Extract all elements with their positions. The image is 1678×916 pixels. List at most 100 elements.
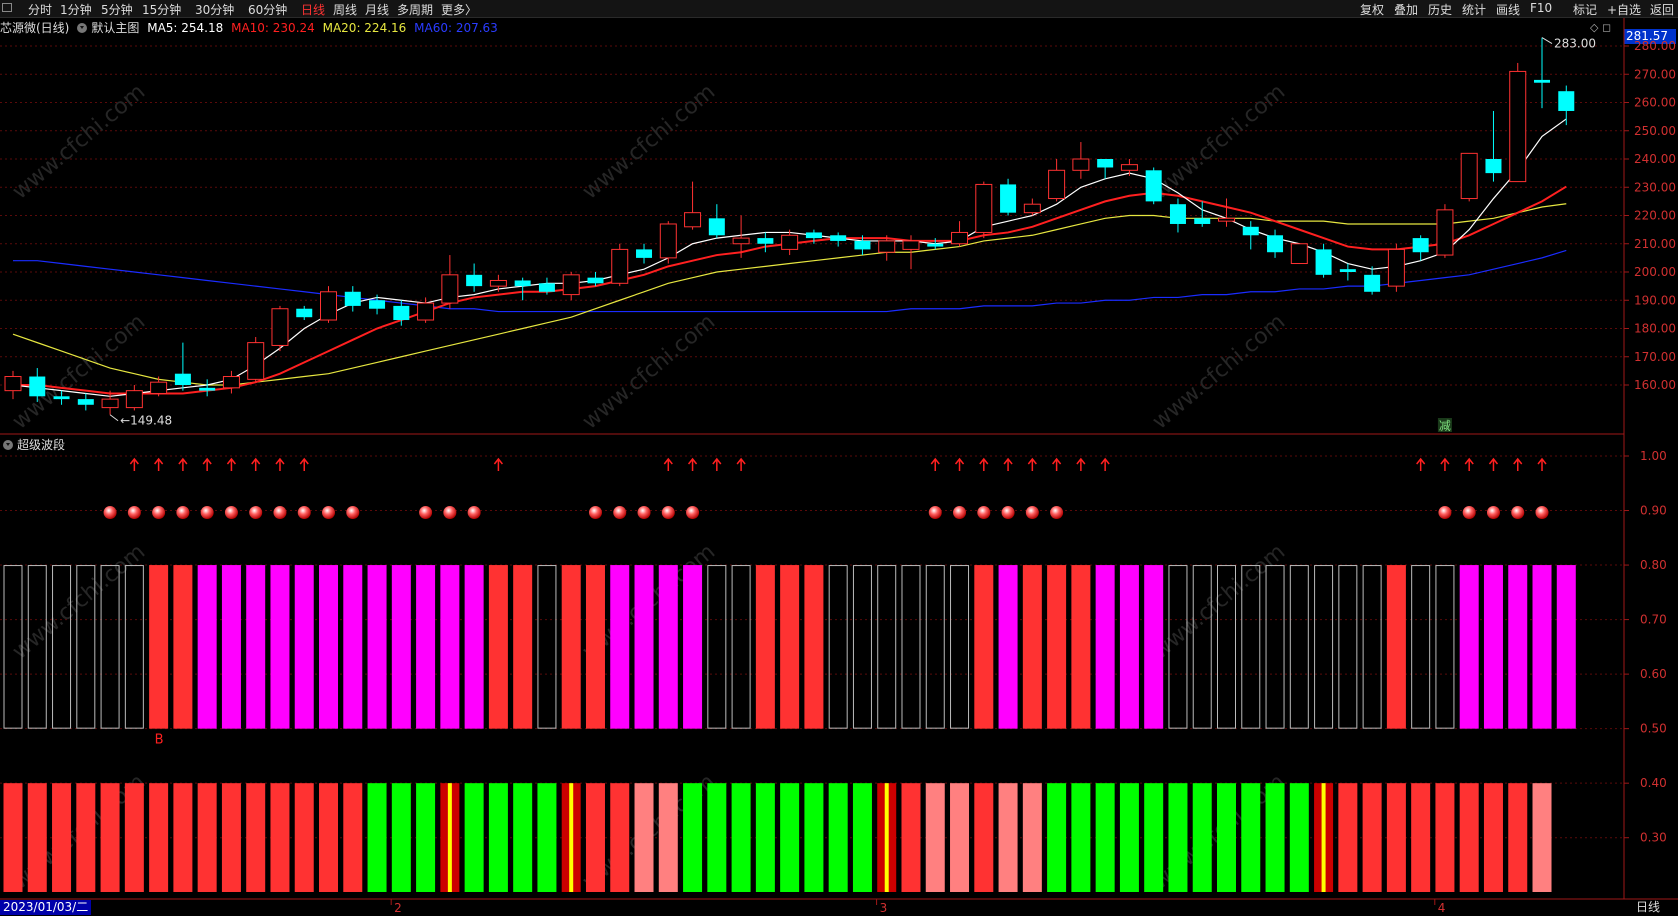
band-bar-empty <box>731 565 751 729</box>
signal-dot <box>588 506 602 520</box>
signal-dot <box>1438 506 1452 520</box>
band-bar-magenta <box>440 565 460 729</box>
up-arrow-icon <box>275 457 285 471</box>
candle-body <box>1485 159 1502 174</box>
band-bar-green <box>367 783 387 892</box>
candle-body <box>732 237 750 245</box>
candle-body <box>1218 217 1235 222</box>
candle-body <box>296 308 313 318</box>
up-arrow-icon <box>178 457 188 471</box>
candle-body <box>489 279 507 287</box>
indicator-tick-label: 0.70 <box>1640 613 1667 627</box>
candle-body <box>1000 184 1017 213</box>
signal-dot <box>103 506 117 520</box>
price-tick-label: 280.00 <box>1634 39 1676 53</box>
price-tick-label: 230.00 <box>1634 180 1676 194</box>
candle-body <box>1048 169 1066 200</box>
candle-body <box>101 398 119 409</box>
candle-body <box>878 240 896 253</box>
band-bar-pink <box>1532 783 1552 892</box>
band-bar-red <box>610 783 630 892</box>
price-tick-label: 240.00 <box>1634 152 1676 166</box>
band-bar-red <box>585 565 605 729</box>
signal-dot <box>176 506 190 520</box>
candle-body <box>1169 204 1186 224</box>
indicator-tick-label: 0.80 <box>1640 558 1667 572</box>
band-bar-empty <box>1435 565 1455 729</box>
signal-dot <box>200 506 214 520</box>
signal-dot <box>928 506 942 520</box>
band-bar-red <box>1386 783 1406 892</box>
month-label: 3 <box>880 901 888 915</box>
band-bar-cross-line <box>1321 783 1326 892</box>
band-bar-red <box>1411 783 1431 892</box>
candle-body <box>174 373 191 385</box>
up-arrow-icon <box>154 457 164 471</box>
band-bar-magenta <box>998 565 1018 729</box>
band-bar-green <box>683 783 703 892</box>
band-bar-empty <box>950 565 970 729</box>
candle-body <box>1194 218 1211 224</box>
candle-body <box>199 387 216 391</box>
signal-dot <box>322 506 336 520</box>
candle-body <box>902 240 920 250</box>
band-bar-red <box>513 565 533 729</box>
candle-body <box>1460 152 1478 200</box>
up-arrow-icon <box>1513 457 1523 471</box>
band-bar-empty <box>1338 565 1358 729</box>
up-arrow-icon <box>202 457 212 471</box>
band-bar-magenta <box>221 565 241 729</box>
band-bar-green <box>1119 783 1139 892</box>
candle-body <box>1023 203 1041 214</box>
band-bar-magenta <box>683 565 703 729</box>
band-bar-green <box>1289 783 1309 892</box>
signal-dot <box>152 506 166 520</box>
band-bar-green <box>464 783 484 892</box>
candle-body <box>587 277 604 284</box>
watermark: www.cfchi.com <box>1148 79 1290 204</box>
band-bar-empty <box>707 565 727 729</box>
candle-body <box>514 280 531 287</box>
band-bar-magenta <box>294 565 314 729</box>
candle-body <box>369 300 386 309</box>
band-bar-empty <box>52 565 72 729</box>
band-bar-green <box>537 783 557 892</box>
band-bar-pink <box>634 783 654 892</box>
up-arrow-icon <box>930 457 940 471</box>
candle-body <box>53 396 70 400</box>
signal-dot <box>443 506 457 520</box>
watermark: www.cfchi.com <box>8 539 150 664</box>
up-arrow-icon <box>712 457 722 471</box>
band-bar-magenta <box>1508 565 1528 729</box>
kline-chart[interactable]: 160.00 170.00 180.00 190.00 200.00 210.00 220.… <box>0 0 1678 916</box>
signal-dot <box>1025 506 1039 520</box>
band-bar-red <box>52 783 72 892</box>
signal-dot <box>1511 506 1525 520</box>
candle-body <box>125 390 143 409</box>
up-arrow-icon <box>1464 457 1474 471</box>
candle-body <box>1509 70 1527 183</box>
candle-body <box>708 218 725 236</box>
band-bar-magenta <box>367 565 387 729</box>
band-bar-red <box>974 783 994 892</box>
up-arrow-icon <box>299 457 309 471</box>
watermark: www.cfchi.com <box>8 79 150 204</box>
band-bar-pink <box>925 783 945 892</box>
signal-dot <box>297 506 311 520</box>
candle-body <box>1072 158 1090 171</box>
band-bar-green <box>1071 783 1091 892</box>
candle-body <box>1558 91 1575 111</box>
reduce-marker: 减 <box>1439 419 1451 433</box>
candle-body <box>222 376 240 389</box>
band-bar-empty <box>1362 565 1382 729</box>
candle-body <box>271 308 289 346</box>
band-bar-empty <box>1314 565 1334 729</box>
signal-dot <box>637 506 651 520</box>
band-bar-green <box>391 783 411 892</box>
up-arrow-icon <box>1416 457 1426 471</box>
band-bar-empty <box>124 565 144 729</box>
band-bar-magenta <box>343 565 363 729</box>
band-bar-red <box>343 783 363 892</box>
band-bar-green <box>488 783 508 892</box>
band-bar-magenta <box>1144 565 1164 729</box>
